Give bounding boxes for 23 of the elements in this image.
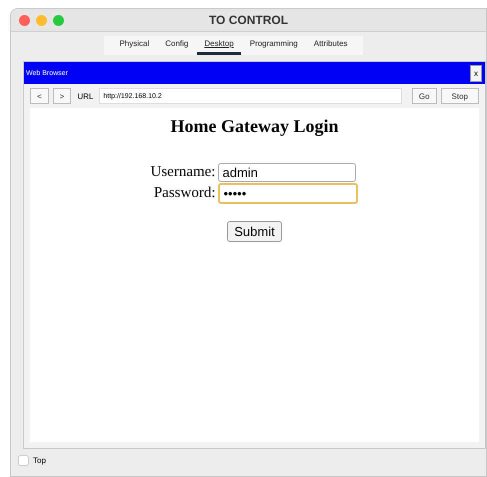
stop-button[interactable]: Stop bbox=[440, 88, 479, 104]
page-heading: Home Gateway Login bbox=[170, 116, 338, 137]
tab[interactable]: Programming bbox=[242, 36, 305, 55]
go-button[interactable]: Go bbox=[412, 88, 437, 104]
field-label: Username: bbox=[150, 164, 216, 181]
close-button[interactable]: x bbox=[470, 64, 482, 82]
url-label: URL bbox=[77, 92, 94, 100]
back-button[interactable]: < bbox=[30, 88, 49, 104]
close-icon[interactable] bbox=[19, 14, 30, 26]
input-field[interactable]: admin bbox=[218, 163, 356, 182]
tab[interactable]: Attributes bbox=[306, 36, 355, 55]
input-field[interactable]: ••••• bbox=[218, 183, 358, 204]
checkbox[interactable] bbox=[18, 455, 29, 466]
tab[interactable]: Config bbox=[158, 36, 196, 55]
tab[interactable]: Physical bbox=[112, 36, 156, 55]
checkbox-label: Top bbox=[33, 456, 46, 465]
tab[interactable]: Desktop bbox=[197, 36, 241, 55]
window-title: TO CONTROL bbox=[208, 13, 288, 27]
forward-button[interactable]: > bbox=[52, 88, 72, 104]
minimize-icon[interactable] bbox=[36, 14, 47, 26]
field-label: Password: bbox=[152, 185, 216, 202]
submit-button[interactable]: Submit bbox=[227, 221, 282, 242]
maximize-icon[interactable] bbox=[53, 14, 64, 26]
